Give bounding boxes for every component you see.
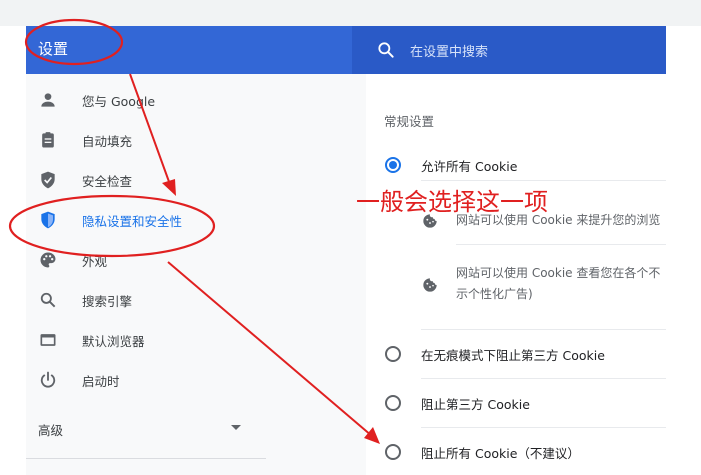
annotation-overlay: 一般会选择这一项 (8, 18, 548, 444)
annotation-text: 一般会选择这一项 (356, 188, 548, 216)
annotation-arrow-head (364, 427, 380, 444)
annotation-arrow-line (167, 261, 373, 437)
annotation-circle-settings (24, 18, 124, 66)
annotation-arrow-line (129, 73, 173, 191)
annotation-circle-privacy (8, 194, 216, 258)
annotation-arrow-head (162, 179, 176, 196)
